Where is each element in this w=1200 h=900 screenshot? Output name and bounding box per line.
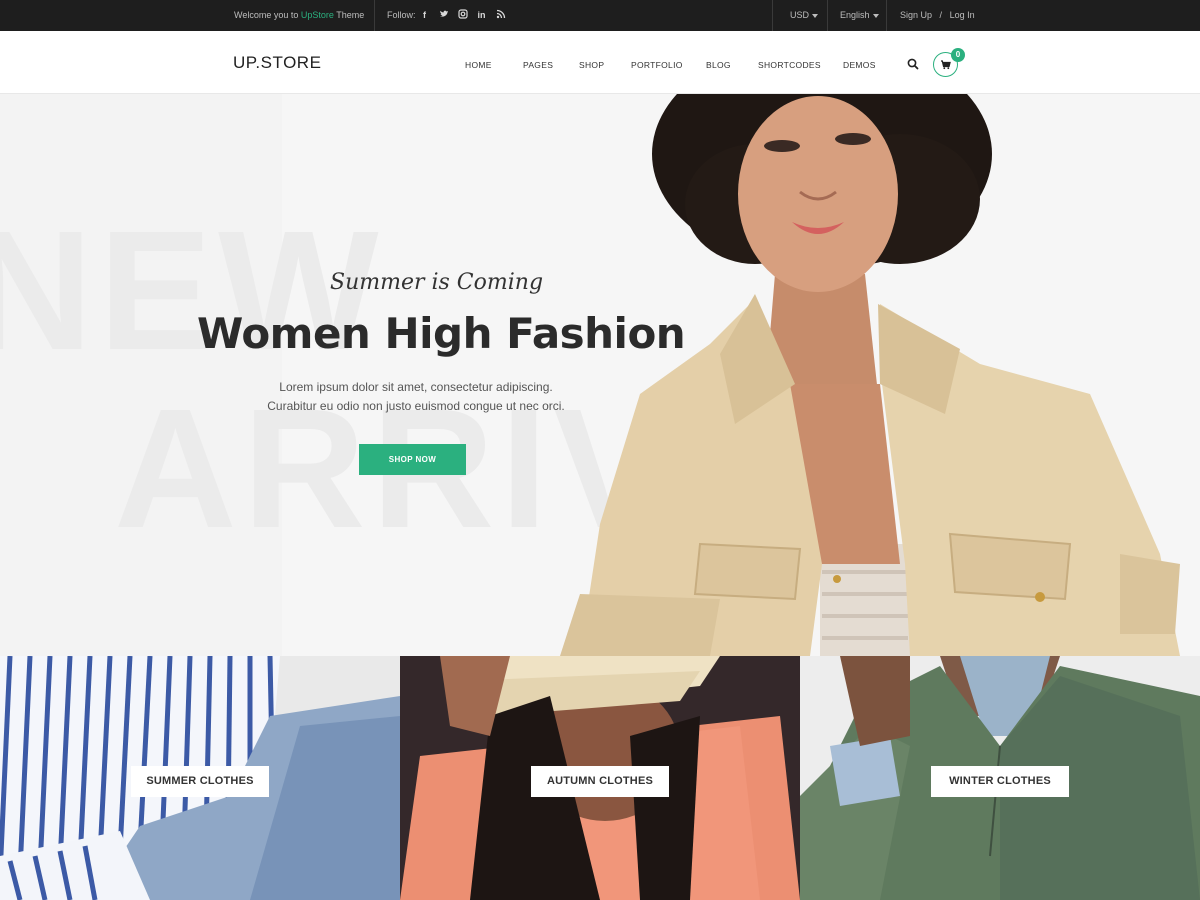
hero-banner: NEW ARRIVAL Summer is Coming Women High … xyxy=(0,94,1200,656)
nav-shortcodes[interactable]: SHORTCODES xyxy=(758,60,843,70)
divider xyxy=(886,0,887,31)
welcome-prefix: Welcome you to xyxy=(234,10,299,20)
language-value: English xyxy=(840,10,870,20)
auth-separator: / xyxy=(939,10,943,20)
instagram-icon[interactable] xyxy=(457,9,468,21)
hero-description-line: Lorem ipsum dolor sit amet, consectetur … xyxy=(279,380,553,394)
nav-shop[interactable]: SHOP xyxy=(579,60,631,70)
currency-value: USD xyxy=(790,10,810,20)
category-tile-summer[interactable]: SUMMER CLOTHES xyxy=(0,656,400,900)
site-logo[interactable]: UP.STORE xyxy=(233,53,321,73)
divider xyxy=(374,0,375,31)
category-label[interactable]: AUTUMN CLOTHES xyxy=(531,766,669,797)
account-links: Sign Up / Log In xyxy=(900,10,975,20)
hero-description: Lorem ipsum dolor sit amet, consectetur … xyxy=(256,378,576,416)
hero-description-line: Curabitur eu odio non justo euismod cong… xyxy=(267,399,565,413)
social-links: f in xyxy=(419,9,506,21)
top-bar: Welcome you to UpStore Theme Follow: f i… xyxy=(0,0,1200,31)
search-icon[interactable] xyxy=(906,57,920,71)
language-dropdown[interactable]: English xyxy=(840,10,879,20)
divider xyxy=(827,0,828,31)
twitter-icon[interactable] xyxy=(438,9,449,21)
nav-pages[interactable]: PAGES xyxy=(523,60,579,70)
facebook-icon[interactable]: f xyxy=(419,9,430,21)
nav-blog[interactable]: BLOG xyxy=(706,60,758,70)
category-label[interactable]: SUMMER CLOTHES xyxy=(131,766,269,797)
log-in-link[interactable]: Log In xyxy=(950,10,975,20)
nav-home[interactable]: HOME xyxy=(465,60,523,70)
category-tile-winter[interactable]: WINTER CLOTHES xyxy=(800,656,1200,900)
caret-down-icon xyxy=(812,13,819,18)
welcome-suffix: Theme xyxy=(336,10,365,20)
rss-icon[interactable] xyxy=(495,9,506,21)
main-nav: HOME PAGES SHOP PORTFOLIO BLOG SHORTCODE… xyxy=(465,60,883,70)
currency-dropdown[interactable]: USD xyxy=(790,10,819,20)
category-tile-autumn[interactable]: AUTUMN CLOTHES xyxy=(400,656,800,900)
site-header: UP.STORE HOME PAGES SHOP PORTFOLIO BLOG … xyxy=(0,31,1200,94)
follow-label: Follow: xyxy=(387,10,416,20)
cart-count-badge: 0 xyxy=(951,48,965,62)
category-label[interactable]: WINTER CLOTHES xyxy=(931,766,1069,797)
welcome-brand-link[interactable]: UpStore xyxy=(301,10,334,20)
category-tiles: SUMMER CLOTHES AUTUMN CLOTHES WINTER CLO… xyxy=(0,656,1200,900)
shop-now-button[interactable]: SHOP NOW xyxy=(359,444,466,475)
caret-down-icon xyxy=(872,13,879,18)
hero-model-image xyxy=(560,94,1180,656)
hero-title: Women High Fashion xyxy=(197,309,686,358)
hero-subtitle: Summer is Coming xyxy=(330,270,544,295)
nav-portfolio[interactable]: PORTFOLIO xyxy=(631,60,706,70)
welcome-text: Welcome you to UpStore Theme xyxy=(234,10,364,20)
linkedin-icon[interactable]: in xyxy=(476,9,487,21)
sign-up-link[interactable]: Sign Up xyxy=(900,10,932,20)
divider xyxy=(772,0,773,31)
nav-demos[interactable]: DEMOS xyxy=(843,60,883,70)
